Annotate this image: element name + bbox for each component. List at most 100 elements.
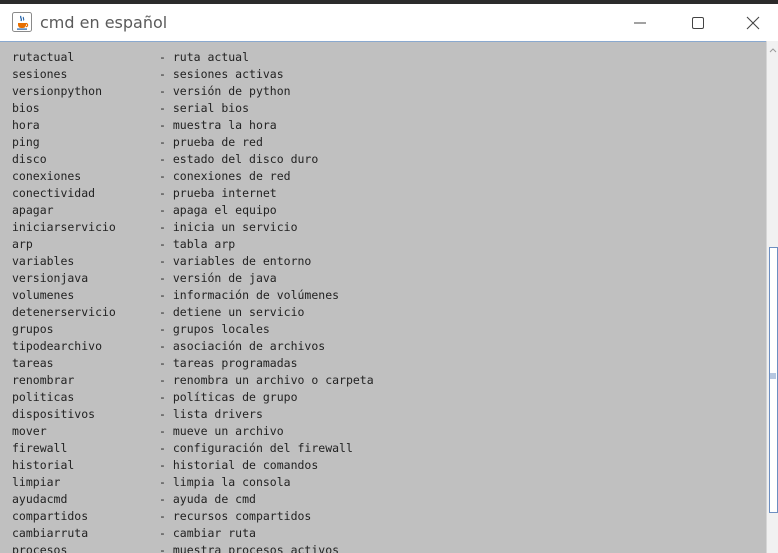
command-description: tareas programadas [172, 356, 298, 370]
separator: - [159, 509, 166, 523]
command-name: grupos [12, 322, 54, 336]
separator: - [159, 441, 166, 455]
command-name: tareas [12, 356, 54, 370]
scroll-up-icon[interactable] [768, 43, 778, 53]
minimize-button[interactable] [611, 4, 669, 41]
command-description: prueba de red [172, 135, 263, 149]
close-icon [746, 16, 759, 29]
command-name: detenerservicio [12, 305, 116, 319]
console-output[interactable]: rutactual - ruta actual sesiones - sesiones… [0, 41, 766, 553]
console-line: apagar - apaga el equipo [12, 202, 374, 219]
separator: - [159, 135, 166, 149]
scrollbar-thumb[interactable] [769, 247, 778, 513]
maximize-button[interactable] [669, 4, 727, 41]
command-name: hora [12, 118, 40, 132]
separator: - [159, 526, 166, 540]
separator: - [159, 67, 166, 81]
separator: - [159, 271, 166, 285]
separator: - [159, 475, 166, 489]
separator: - [159, 186, 166, 200]
console-line: hora - muestra la hora [12, 117, 374, 134]
console-line: firewall - configuración del firewall [12, 440, 374, 457]
command-name: conectividad [12, 186, 96, 200]
separator: - [159, 543, 166, 553]
command-description: asociación de archivos [172, 339, 326, 353]
separator: - [159, 424, 166, 438]
command-name: apagar [12, 203, 54, 217]
command-name: versionjava [12, 271, 89, 285]
console-line: compartidos - recursos compartidos [12, 508, 374, 525]
command-name [12, 42, 159, 49]
command-name: sesiones [12, 67, 68, 81]
console-line: renombrar - renombra un archivo o carpeta [12, 372, 374, 389]
separator: - [159, 458, 166, 472]
command-description: cambiar ruta [172, 526, 256, 540]
console-line: rutactual - ruta actual [12, 49, 374, 66]
separator: - [159, 492, 166, 506]
command-description: muestra la hora [172, 118, 277, 132]
command-name: ayudacmd [12, 492, 68, 506]
command-description: información de volúmenes [172, 288, 340, 302]
separator: - [159, 407, 166, 421]
separator: - [159, 50, 166, 64]
console-line: grupos - grupos locales [12, 321, 374, 338]
minimize-icon [634, 22, 646, 23]
separator: - [159, 390, 166, 404]
command-description: lista drivers [172, 407, 263, 421]
command-description: limpia la consola [172, 475, 291, 489]
console-line: dispositivos - lista drivers [12, 406, 374, 423]
command-name: mover [12, 424, 47, 438]
command-name: conexiones [12, 169, 82, 183]
vertical-scrollbar[interactable] [766, 41, 778, 553]
command-name: arp [12, 237, 33, 251]
separator: - [159, 322, 166, 336]
console-line: disco - estado del disco duro [12, 151, 374, 168]
command-description: estado del disco duro [172, 152, 319, 166]
command-description: prueba internet [172, 186, 277, 200]
command-name: variables [12, 254, 75, 268]
command-name: volumenes [12, 288, 75, 302]
title-bar[interactable]: cmd en español [0, 4, 778, 41]
command-description: muestra procesos activos [172, 543, 340, 553]
separator: - [159, 288, 166, 302]
console-line: ayudacmd - ayuda de cmd [12, 491, 374, 508]
console-line: bios - serial bios [12, 100, 374, 117]
command-description: recursos compartidos [172, 509, 312, 523]
console-line: iniciarservicio - inicia un servicio [12, 219, 374, 236]
close-button[interactable] [727, 4, 778, 41]
command-name: firewall [12, 441, 68, 455]
console-line: procesos - muestra procesos activos [12, 542, 374, 553]
command-description: versión de python [172, 84, 291, 98]
command-description: tabla arp [172, 237, 236, 251]
maximize-icon [692, 16, 704, 29]
separator: - [159, 84, 166, 98]
console-line: tareas - tareas programadas [12, 355, 374, 372]
command-description: apaga el equipo [172, 203, 277, 217]
separator: - [159, 101, 166, 115]
console-line: mover - mueve un archivo [12, 423, 374, 440]
console-line: conexiones - conexiones de red [12, 168, 374, 185]
separator: - [159, 220, 166, 234]
command-name: versionpython [12, 84, 103, 98]
command-description: grupos locales [172, 322, 270, 336]
command-description: inicia un servicio [172, 220, 298, 234]
console-line: arp - tabla arp [12, 236, 374, 253]
console-line: tipodearchivo - asociación de archivos [12, 338, 374, 355]
